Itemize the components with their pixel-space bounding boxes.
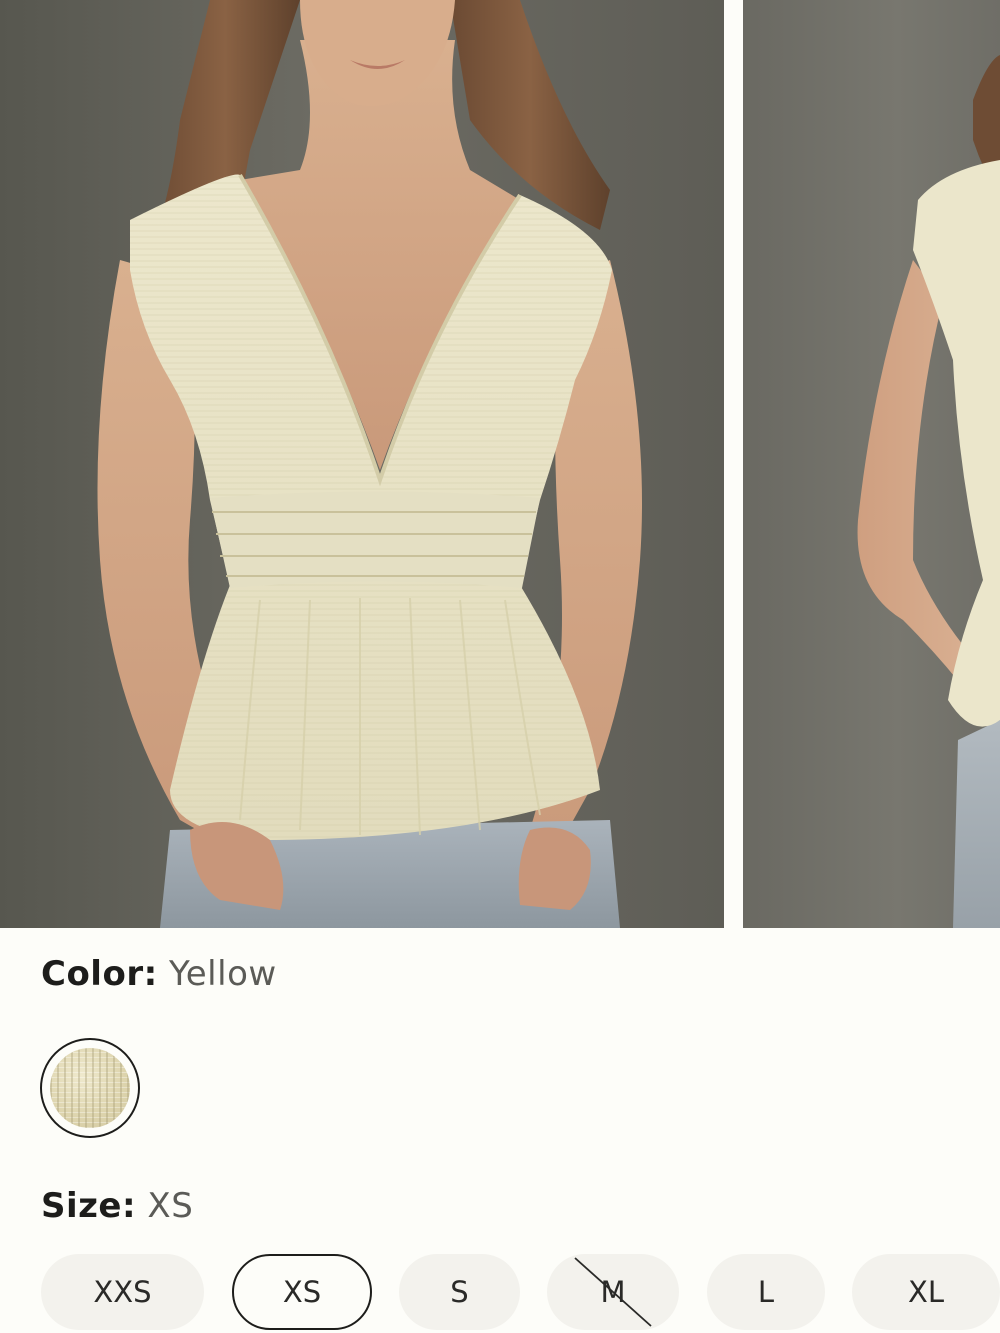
size-option-l[interactable]: L (707, 1254, 825, 1330)
size-option-xl[interactable]: XL (852, 1254, 1000, 1330)
size-option-m[interactable]: M (547, 1254, 679, 1330)
fabric-swatch-image (50, 1048, 130, 1128)
product-photo-side-illustration (857, 55, 1000, 928)
size-option-s[interactable]: S (399, 1254, 520, 1330)
size-option-label: S (450, 1275, 469, 1309)
selected-size-value: XS (147, 1186, 194, 1226)
size-option-label: XL (907, 1275, 945, 1309)
color-label-row: Color: Yellow (41, 954, 277, 994)
size-option-xxs[interactable]: XXS (41, 1254, 204, 1330)
product-photo-front-illustration (97, 0, 642, 928)
color-swatch-yellow[interactable] (40, 1038, 140, 1138)
color-label: Color: (41, 954, 158, 994)
product-photo-side[interactable] (743, 0, 1000, 928)
product-options-page: Color: Yellow Size: XS XXS XS S M L XL (0, 0, 1000, 1333)
size-option-label: XXS (93, 1275, 152, 1309)
size-label: Size: (41, 1186, 137, 1226)
product-photo-front[interactable] (0, 0, 724, 928)
selected-color-value: Yellow (169, 954, 277, 994)
unavailable-strike-icon (574, 1257, 652, 1327)
size-option-label: XS (282, 1275, 322, 1309)
product-image-carousel[interactable] (0, 0, 1000, 928)
size-option-xs[interactable]: XS (232, 1254, 372, 1330)
size-label-row: Size: XS (41, 1186, 193, 1226)
size-option-label: L (757, 1275, 775, 1309)
